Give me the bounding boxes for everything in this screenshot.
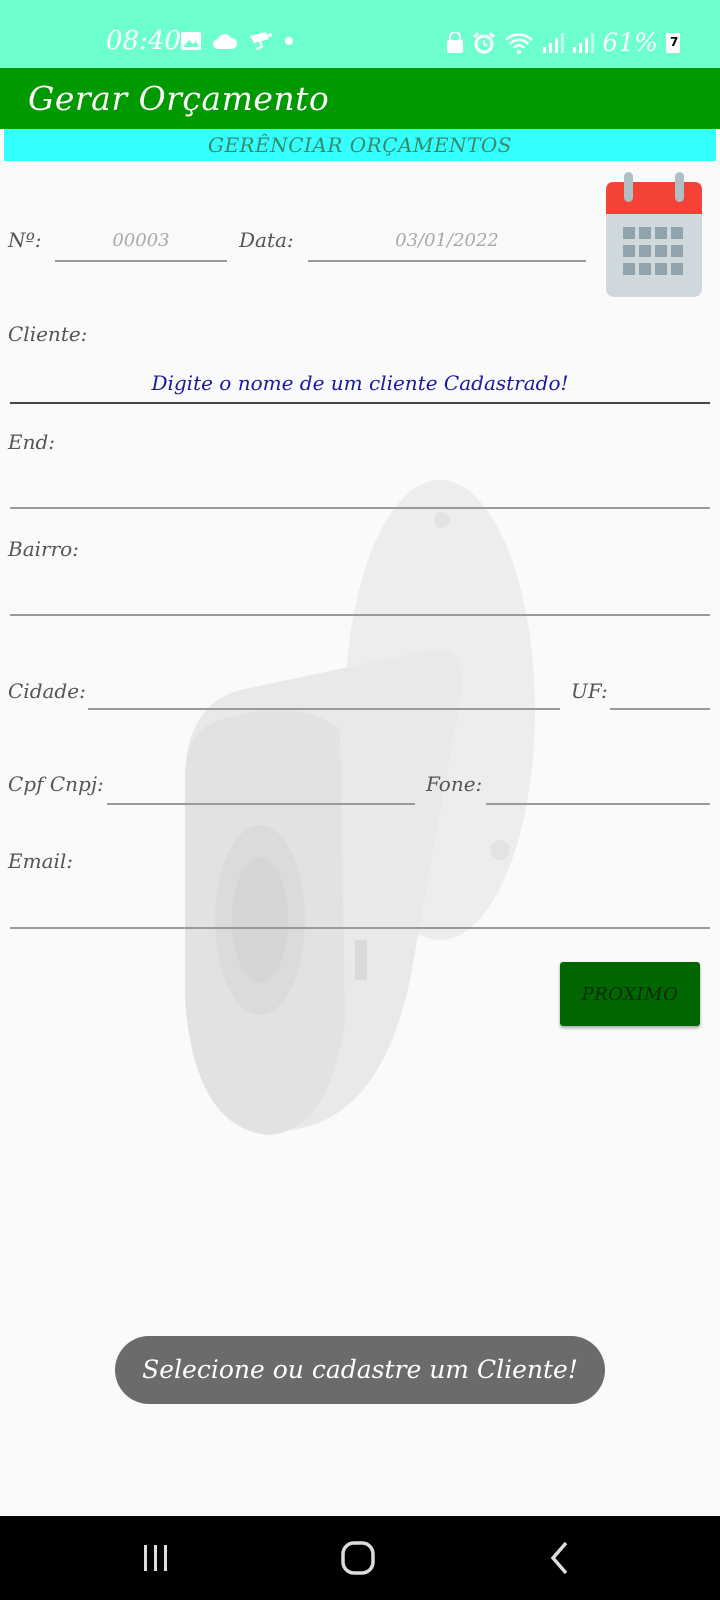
status-bar: 08:40 61% 7 [0,0,720,68]
home-button[interactable] [328,1536,388,1580]
image-icon [181,32,201,50]
state-field[interactable] [610,670,710,710]
phone-label: Fone: [426,772,483,796]
neighborhood-label: Bairro: [8,537,79,561]
email-underline [10,927,710,929]
number-underline [55,260,227,262]
back-icon [550,1541,568,1575]
back-button[interactable] [530,1536,590,1580]
recent-apps-button[interactable] [126,1536,186,1580]
number-field[interactable]: 00003 [55,222,227,262]
cpf-cnpj-label: Cpf Cnpj: [8,772,104,796]
battery-badge: 7 [670,34,679,49]
status-icons-right: 61% 7 [446,28,680,57]
app-title: Gerar Orçamento [28,79,330,118]
status-time: 08:40 [106,26,181,56]
city-underline [88,708,560,710]
toast-text: Selecione ou cadastre um Cliente! [142,1355,578,1384]
email-field[interactable] [10,890,710,930]
cpf-cnpj-field[interactable] [107,764,415,805]
date-value: 03/01/2022 [395,230,499,251]
address-underline [10,507,710,509]
next-button[interactable]: PROXIMO [560,962,700,1026]
client-label: Cliente: [8,322,88,346]
cloud-icon [213,34,238,49]
state-label: UF: [571,679,608,703]
number-label: Nº: [8,228,42,252]
navigation-bar [0,1516,720,1600]
city-label: Cidade: [8,679,86,703]
date-label: Data: [239,228,294,252]
recent-apps-icon [144,1545,167,1571]
cctv-icon [250,32,272,50]
banner-label: GERÊNCIAR ORÇAMENTOS [207,133,512,157]
address-field[interactable] [10,470,710,510]
neighborhood-underline [10,614,710,616]
neighborhood-field[interactable] [10,577,710,617]
dot-icon [285,37,293,45]
home-icon [341,1541,375,1575]
state-underline [610,708,710,710]
wifi-icon [505,32,534,54]
calendar-icon[interactable] [604,170,704,300]
battery-percent: 61% [602,28,658,57]
manage-quotes-banner[interactable]: GERÊNCIAR ORÇAMENTOS [4,129,716,161]
client-input[interactable] [10,364,710,404]
status-icons-left [180,30,294,52]
phone-field[interactable] [486,764,710,805]
email-label: Email: [8,849,74,873]
signal-icon [543,32,565,53]
city-field[interactable] [88,670,560,710]
number-value: 00003 [112,230,170,251]
cpf-cnpj-underline [107,803,415,805]
alarm-icon [473,31,496,53]
lock-icon [447,31,464,53]
signal-icon [573,32,595,53]
toast-message: Selecione ou cadastre um Cliente! [115,1336,605,1404]
battery-icon: 7 [666,32,680,53]
date-field[interactable]: 03/01/2022 [308,222,586,262]
phone-underline [486,803,710,805]
address-label: End: [8,430,56,454]
app-bar: Gerar Orçamento [0,68,720,129]
date-underline [308,260,586,262]
